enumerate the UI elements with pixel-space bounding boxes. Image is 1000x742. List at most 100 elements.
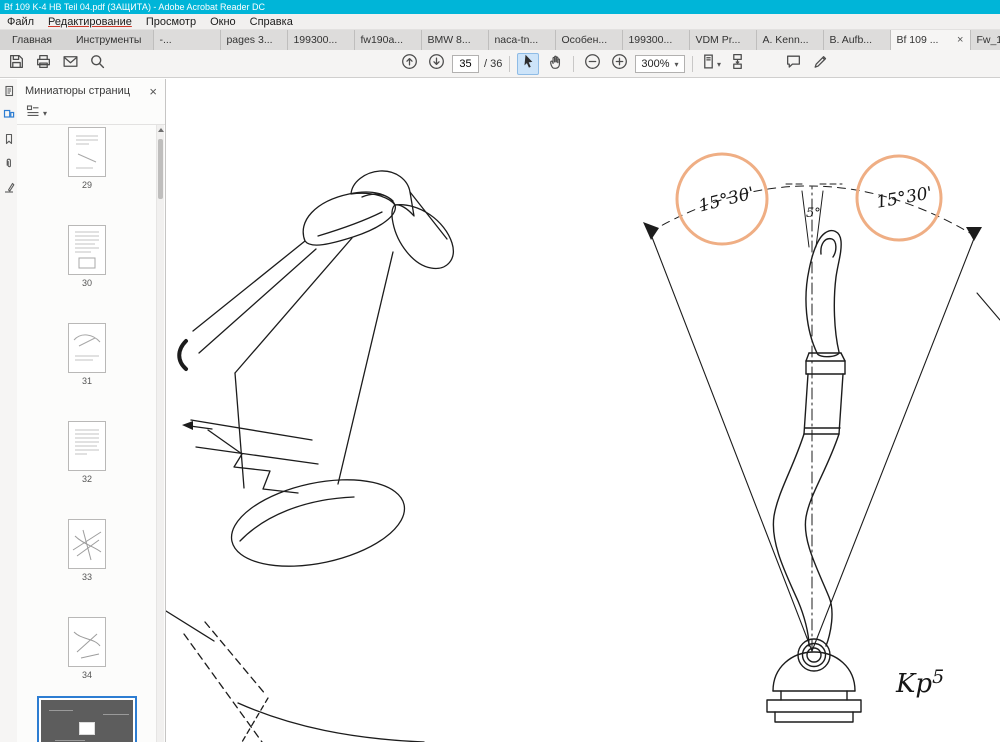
doc-tab-1[interactable]: pages 3...: [220, 30, 288, 50]
scroll-mode-button[interactable]: [727, 53, 749, 75]
aircraft-tail-drawing: [165, 170, 454, 742]
next-page-button[interactable]: [425, 53, 447, 75]
page-list-icon: [3, 84, 15, 102]
doc-tab-12[interactable]: Fw_19...: [970, 30, 1000, 50]
attachments-button[interactable]: [0, 155, 17, 175]
save-icon: [8, 53, 25, 75]
nav-pages-button[interactable]: [0, 83, 17, 103]
doc-tab-active-label: Bf 109 ...: [896, 34, 939, 46]
part-label: Kp5: [895, 666, 944, 699]
print-icon: [35, 53, 52, 75]
plus-circle-icon: [611, 53, 628, 75]
minus-circle-icon: [584, 53, 601, 75]
scrollbar-thumb[interactable]: [158, 139, 163, 199]
panel-close-icon[interactable]: ×: [149, 85, 157, 98]
main-toolbar: / 36 300% ▾ ▾: [0, 50, 1000, 78]
menu-help[interactable]: Справка: [243, 14, 300, 30]
menu-window[interactable]: Окно: [203, 14, 243, 30]
tab-close-icon[interactable]: ×: [955, 30, 965, 50]
email-button[interactable]: [59, 53, 81, 75]
doc-tab-8[interactable]: VDM Pr...: [689, 30, 757, 50]
window-titlebar: Bf 109 K-4 HB Teil 04.pdf (ЗАЩИТА) - Ado…: [0, 0, 1000, 14]
thumbnails-panel: Миниатюры страниц × ▾ 29 30 31 32 33 34: [17, 79, 166, 742]
signature-pen-icon: [3, 180, 15, 198]
bookmarks-button[interactable]: [0, 131, 17, 151]
zoom-out-button[interactable]: [581, 53, 603, 75]
zoom-in-button[interactable]: [608, 53, 630, 75]
continuous-scroll-icon: [729, 53, 746, 75]
thumbnail-image: [41, 700, 133, 742]
save-button[interactable]: [5, 53, 27, 75]
thumbnail-options-button[interactable]: ▾: [26, 104, 47, 123]
toolbar-left-group: [5, 50, 108, 78]
thumbnail-item[interactable]: 30: [17, 225, 157, 288]
page-fit-button[interactable]: ▾: [700, 53, 722, 75]
arrow-down-circle-icon: [428, 53, 445, 75]
page-fit-icon: [700, 53, 717, 75]
thumbnail-page-number: 29: [81, 180, 92, 190]
paperclip-icon: [3, 156, 15, 174]
document-page[interactable]: 15°30' 15°30' 5° Kp5: [165, 79, 1000, 742]
menu-file[interactable]: Файл: [0, 14, 41, 30]
doc-tab-6[interactable]: Особен...: [555, 30, 623, 50]
page-canvas: 15°30' 15°30' 5° Kp5: [165, 152, 1000, 742]
menu-view[interactable]: Просмотр: [139, 14, 203, 30]
thumbnail-mini-page: [79, 722, 95, 735]
thumbnail-image: [68, 127, 106, 177]
doc-tab-9[interactable]: A. Kenn...: [756, 30, 824, 50]
sidebar-scrollbar[interactable]: [156, 125, 164, 742]
thumbnail-item[interactable]: 34: [17, 617, 157, 680]
thumbnails-icon: [3, 108, 15, 126]
thumbnail-image: [68, 323, 106, 373]
thumbnail-item[interactable]: 29: [17, 127, 157, 190]
thumbnail-image: [68, 519, 106, 569]
zoom-level-select[interactable]: 300% ▾: [635, 55, 685, 73]
doc-tab-4[interactable]: BMW 8...: [421, 30, 489, 50]
comment-button[interactable]: [782, 53, 804, 75]
doc-tab-2[interactable]: 199300...: [287, 30, 355, 50]
pencil-icon: [812, 53, 829, 75]
doc-tab-0[interactable]: -...: [153, 30, 221, 50]
zoom-level-value: 300%: [641, 58, 670, 70]
angle-label-left: 15°30': [697, 183, 757, 216]
toolbar-right-group: [782, 50, 831, 78]
chevron-down-icon: ▾: [43, 109, 48, 118]
thumbnail-image: [68, 421, 106, 471]
draw-button[interactable]: [809, 53, 831, 75]
thumbnail-image: [68, 225, 106, 275]
arrow-up-circle-icon: [401, 53, 418, 75]
toolbar-divider: [573, 56, 575, 72]
doc-tab-5[interactable]: naca-tn...: [488, 30, 556, 50]
thumbnail-page-number: 31: [81, 376, 92, 386]
thumbnail-item-selected[interactable]: [37, 696, 137, 742]
envelope-icon: [62, 53, 79, 75]
print-button[interactable]: [32, 53, 54, 75]
doc-tab-10[interactable]: B. Aufb...: [823, 30, 891, 50]
select-tool-button[interactable]: [517, 53, 540, 75]
thumbnail-item[interactable]: 33: [17, 519, 157, 582]
page-number-input[interactable]: [452, 55, 479, 73]
doc-tab-7[interactable]: 199300...: [622, 30, 690, 50]
thumbnails-panel-toolbar: ▾: [17, 103, 165, 125]
toolbar-center-group: / 36 300% ▾ ▾: [398, 50, 749, 78]
thumbnail-item[interactable]: 31: [17, 323, 157, 386]
doc-tab-3[interactable]: fw190a...: [354, 30, 422, 50]
menu-edit[interactable]: Редактирование: [41, 14, 139, 30]
tab-home[interactable]: Главная: [0, 30, 64, 50]
search-icon: [89, 53, 106, 75]
thumbnail-list: 29 30 31 32 33 34: [17, 125, 165, 742]
tab-tools[interactable]: Инструменты: [64, 30, 153, 50]
thumbnail-item[interactable]: 32: [17, 421, 157, 484]
previous-page-button[interactable]: [398, 53, 420, 75]
scrollbar-up-arrow[interactable]: [158, 128, 164, 132]
hand-tool-button[interactable]: [544, 53, 566, 75]
angle-label-right: 15°30': [875, 183, 934, 212]
thumbnail-page-number: 32: [81, 474, 92, 484]
drawing-labels: 15°30' 15°30' 5° Kp5: [697, 183, 944, 699]
tab-bar: Главная Инструменты -... pages 3... 1993…: [0, 30, 1000, 50]
control-stick-drawing: [643, 152, 1000, 723]
signatures-button[interactable]: [0, 179, 17, 199]
search-button[interactable]: [86, 53, 108, 75]
page-thumbnails-button[interactable]: [0, 107, 17, 127]
doc-tab-active[interactable]: Bf 109 ... ×: [890, 30, 971, 50]
